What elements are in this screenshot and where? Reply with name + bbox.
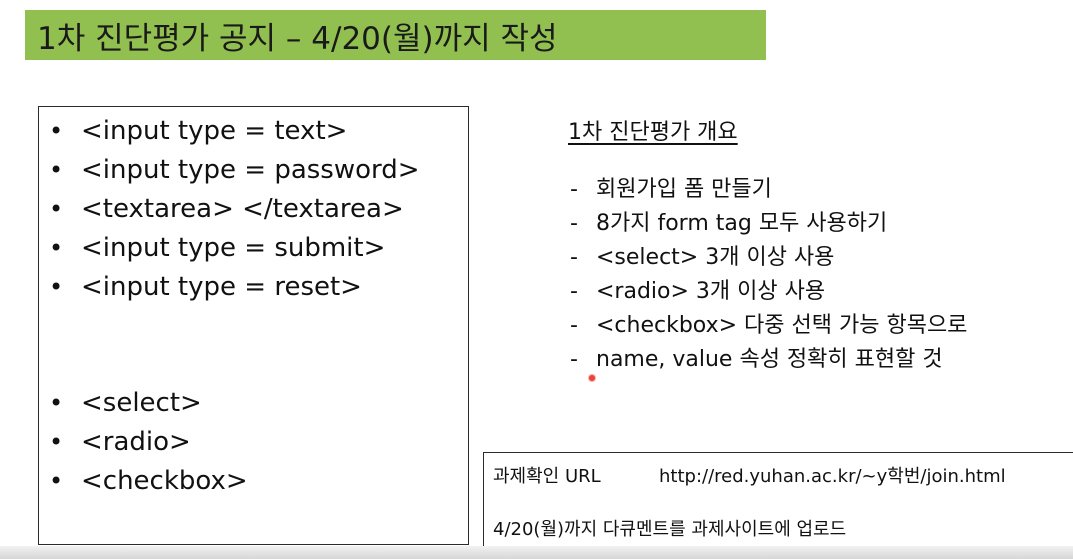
announcement-title-banner: 1차 진단평가 공지 – 4/20(월)까지 작성 [25, 10, 766, 60]
tag-text: <input type = reset> [81, 272, 362, 302]
list-item: • <input type = submit> [49, 233, 385, 263]
list-item: - name, value 속성 정확히 표현할 것 [570, 346, 943, 374]
list-item: • <select> [49, 388, 202, 418]
form-tag-list-box: • <input type = text> • <input type = pa… [38, 106, 469, 545]
overview-section: 1차 진단평가 개요 - 회원가입 폼 만들기 - 8가지 form tag 모… [568, 114, 1073, 372]
url-label: 과제확인 URL [493, 466, 601, 487]
tag-text: <textarea> </textarea> [81, 194, 404, 224]
list-item: • <checkbox> [49, 466, 248, 496]
announcement-title: 1차 진단평가 공지 – 4/20(월)까지 작성 [37, 20, 558, 57]
requirement-text: <checkbox> 다중 선택 가능 항목으로 [596, 313, 968, 338]
dash-marker: - [570, 177, 578, 202]
bullet-icon: • [49, 195, 64, 223]
requirement-text: name, value 속성 정확히 표현할 것 [596, 347, 943, 372]
dash-marker: - [570, 313, 578, 338]
bullet-icon: • [49, 117, 64, 145]
tag-text: <input type = password> [81, 155, 420, 185]
bullet-icon: • [49, 467, 64, 495]
requirement-text: <select> 3개 이상 사용 [596, 245, 835, 270]
url-line: 과제확인 URL http://red.yuhan.ac.kr/~y학번/join… [493, 462, 1006, 488]
dash-marker: - [570, 279, 578, 304]
tag-text: <input type = submit> [81, 233, 386, 263]
assignment-info-box: 과제확인 URL http://red.yuhan.ac.kr/~y학번/join… [483, 452, 1073, 548]
bullet-icon: • [49, 273, 64, 301]
list-item: • <radio> [49, 427, 191, 457]
list-item: - <radio> 3개 이상 사용 [570, 278, 825, 306]
list-item: - 8가지 form tag 모두 사용하기 [570, 210, 887, 238]
upload-note: 4/20(월)까지 다큐멘트를 과제사이트에 업로드 [493, 519, 847, 540]
requirement-text: <radio> 3개 이상 사용 [596, 279, 826, 304]
bottom-edge-shadow [0, 546, 1073, 559]
overview-title: 1차 진단평가 개요 [568, 120, 738, 145]
dash-marker: - [570, 347, 578, 372]
tag-text: <select> [81, 388, 202, 418]
list-item: - 회원가입 폼 만들기 [570, 176, 772, 204]
dash-marker: - [570, 211, 578, 236]
requirement-text: 8가지 form tag 모두 사용하기 [596, 211, 888, 236]
dash-marker: - [570, 245, 578, 270]
tag-text: <radio> [81, 427, 191, 457]
assignment-url: http://red.yuhan.ac.kr/~y학번/join.html [659, 466, 1006, 487]
bullet-icon: • [49, 156, 64, 184]
bullet-icon: • [49, 389, 64, 417]
list-item: - <checkbox> 다중 선택 가능 항목으로 [570, 312, 967, 340]
list-item: - <select> 3개 이상 사용 [570, 244, 834, 272]
requirement-text: 회원가입 폼 만들기 [596, 177, 772, 202]
bullet-icon: • [49, 428, 64, 456]
list-item: • <input type = password> [49, 155, 420, 185]
bullet-icon: • [49, 234, 64, 262]
pointer-dot-icon [589, 375, 595, 381]
list-item: • <input type = text> [49, 116, 347, 146]
tag-text: <input type = text> [81, 116, 348, 146]
list-item: • <textarea> </textarea> [49, 194, 404, 224]
list-item: • <input type = reset> [49, 272, 362, 302]
tag-text: <checkbox> [81, 466, 248, 496]
